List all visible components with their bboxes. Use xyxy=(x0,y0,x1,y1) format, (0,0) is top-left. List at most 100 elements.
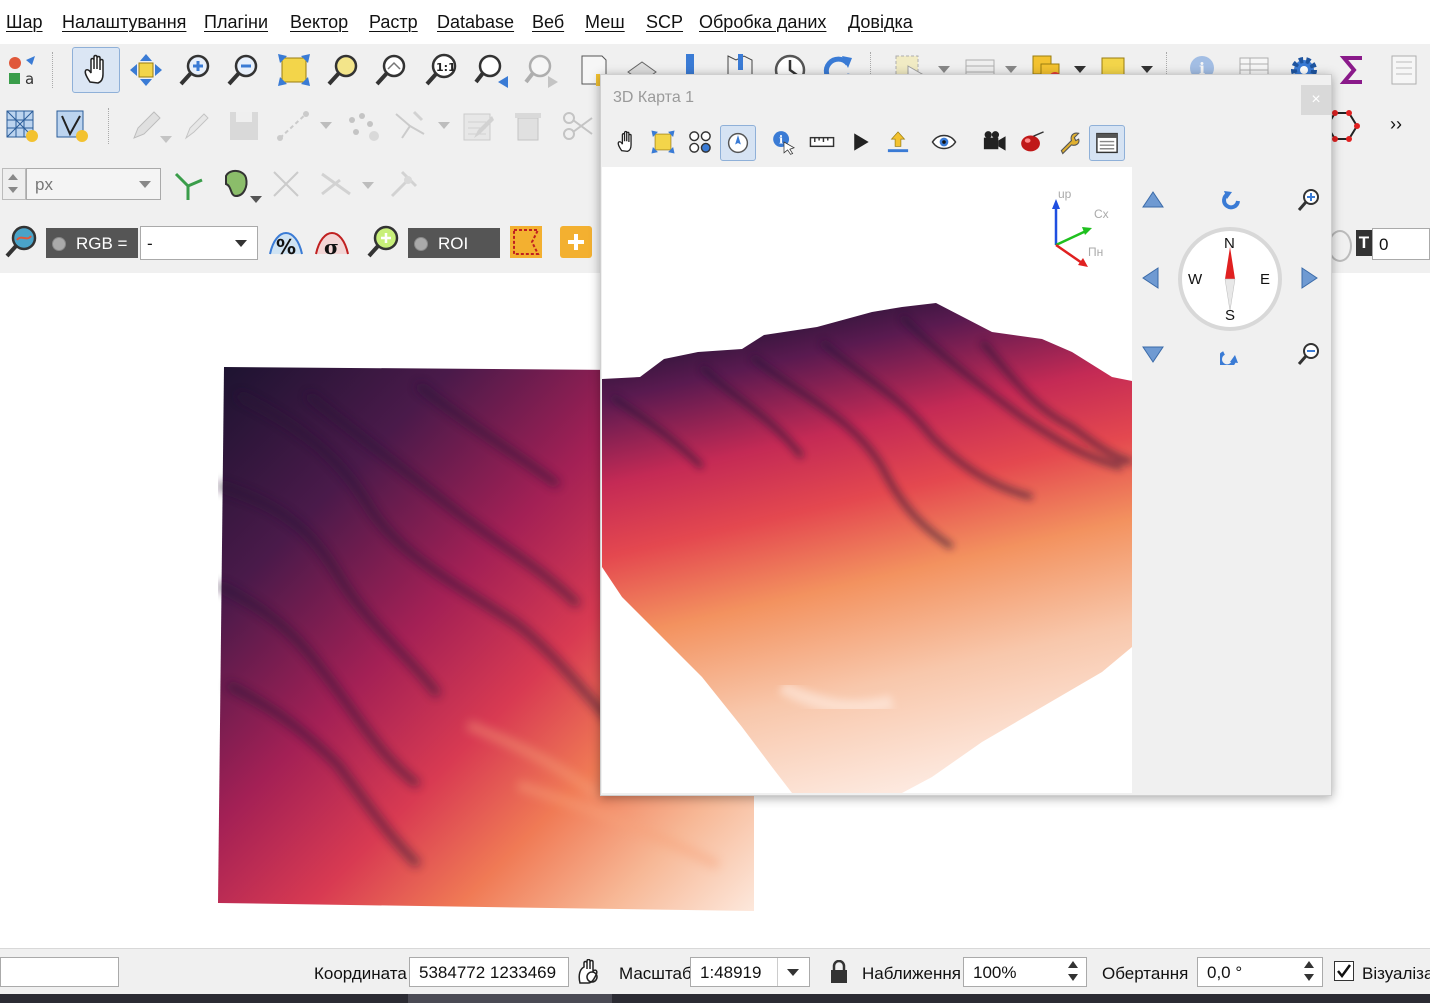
save-icon xyxy=(230,112,258,140)
scale-combo-divider xyxy=(777,958,778,986)
3d-scene-view[interactable]: up Сх Пн xyxy=(602,167,1133,793)
rotate-ccw-icon[interactable] xyxy=(1220,189,1242,211)
zoom-in-button[interactable] xyxy=(174,48,218,92)
zoom-out-icon[interactable] xyxy=(1296,341,1322,367)
3d-camera-view-button[interactable] xyxy=(927,125,961,159)
scp-zoom-preview-button[interactable] xyxy=(362,220,406,264)
ruler-icon xyxy=(809,136,835,148)
scp-create-roi-button[interactable] xyxy=(504,220,548,264)
add-line-feature-button[interactable] xyxy=(272,104,316,148)
toggle-editing-dropdown-arrow[interactable] xyxy=(160,136,172,143)
3d-zoom-full-button[interactable] xyxy=(646,125,680,159)
menu-scp[interactable]: SCP xyxy=(646,12,683,33)
modify-attributes-button[interactable] xyxy=(456,104,500,148)
scp-roi-toggle[interactable]: ROI xyxy=(408,228,500,258)
coordinate-field[interactable]: 5384772 1233469 xyxy=(409,957,569,987)
scp-rgb-arrow xyxy=(235,240,247,247)
select-dropdown-arrow[interactable] xyxy=(938,66,950,73)
save-edits-button[interactable] xyxy=(222,104,266,148)
deselect-dropdown-arrow[interactable] xyxy=(1074,66,1086,73)
scp-rgb-combo[interactable]: - xyxy=(140,226,258,260)
3d-toggle-on-screen-nav-button[interactable] xyxy=(683,125,717,159)
cross-tool-button[interactable] xyxy=(264,162,308,206)
toolbar-overflow-button[interactable]: ›› xyxy=(1390,114,1402,135)
zoom-last-button[interactable] xyxy=(470,48,514,92)
3d-export-button[interactable] xyxy=(881,125,915,159)
statistical-summary-button[interactable] xyxy=(1332,48,1376,92)
current-edits-button[interactable] xyxy=(174,104,218,148)
pan-map-button[interactable] xyxy=(72,47,120,93)
toggle-extents-icon[interactable] xyxy=(576,959,600,985)
scp-t-input[interactable]: 0 xyxy=(1372,228,1430,260)
layer-list-button[interactable] xyxy=(1382,48,1426,92)
compass-east: E xyxy=(1260,271,1271,288)
tilt-down-icon[interactable] xyxy=(1142,345,1164,363)
scale-combo[interactable]: 1:48919 xyxy=(690,957,810,987)
pan-to-selection-button[interactable] xyxy=(124,48,168,92)
unit-spinner[interactable] xyxy=(2,168,26,200)
scp-local-cumulative-button[interactable]: % xyxy=(264,220,308,264)
vertex-sector-button[interactable] xyxy=(166,162,210,206)
lock-scale-icon[interactable] xyxy=(829,960,849,984)
new-grid-layer-button[interactable] xyxy=(0,104,44,148)
add-point-feature-button[interactable] xyxy=(340,104,384,148)
3d-measure-button[interactable] xyxy=(805,125,839,159)
render-checkbox[interactable] xyxy=(1334,961,1354,981)
menu-help[interactable]: Довідка xyxy=(848,12,913,33)
tilt-up-icon[interactable] xyxy=(1142,191,1164,209)
3d-camera-control-button[interactable] xyxy=(720,125,756,161)
zoom-to-selection-button[interactable] xyxy=(322,48,366,92)
3d-configure-button[interactable] xyxy=(1053,125,1087,159)
3d-effects-button[interactable] xyxy=(1015,125,1049,159)
delete-selected-button[interactable] xyxy=(506,104,550,148)
snap-tool-button[interactable] xyxy=(382,162,426,206)
select-expression-dropdown-arrow[interactable] xyxy=(1005,66,1017,73)
menu-raster[interactable]: Растр xyxy=(369,12,418,33)
3d-window-close-button[interactable]: × xyxy=(1301,85,1331,115)
zoom-full-icon xyxy=(651,130,675,154)
menu-web[interactable]: Веб xyxy=(532,12,564,33)
locator-search-input[interactable] xyxy=(0,957,119,987)
magnifier-spinbox[interactable]: 100% xyxy=(963,957,1087,987)
zoom-full-button[interactable] xyxy=(272,48,316,92)
compass-widget[interactable]: N S E W xyxy=(1178,227,1282,331)
rotation-spinbox[interactable]: 0,0 ° xyxy=(1197,957,1323,987)
move-right-icon[interactable] xyxy=(1300,267,1318,289)
toolbar-separator xyxy=(108,108,111,144)
3d-record-button[interactable] xyxy=(977,125,1011,159)
3d-animation-button[interactable] xyxy=(843,125,877,159)
menu-layer[interactable]: Шар xyxy=(6,12,43,33)
zoom-native-button[interactable]: 1:1 xyxy=(420,48,464,92)
unit-combo[interactable]: px xyxy=(26,168,161,200)
menu-vector[interactable]: Вектор xyxy=(290,12,348,33)
zoom-in-icon[interactable] xyxy=(1296,187,1322,213)
menu-plugins[interactable]: Плагіни xyxy=(204,12,268,33)
scp-zoom-input-button[interactable] xyxy=(0,220,44,264)
scp-add-button[interactable] xyxy=(554,220,598,264)
trim-extend-button[interactable] xyxy=(314,162,358,206)
zoom-to-layer-button[interactable] xyxy=(370,48,414,92)
rgb-label: RGB = xyxy=(76,234,128,253)
zoom-out-button[interactable] xyxy=(222,48,266,92)
trim-dropdown-arrow[interactable] xyxy=(362,182,374,189)
vertex-tool-button[interactable] xyxy=(388,104,432,148)
scp-std-dev-button[interactable]: σ xyxy=(310,220,354,264)
select-all-dropdown-arrow[interactable] xyxy=(1141,66,1153,73)
add-feature-dropdown-arrow[interactable] xyxy=(320,122,332,129)
shape-dropdown-arrow[interactable] xyxy=(250,196,262,203)
3d-identify-button[interactable]: i xyxy=(767,125,801,159)
style-manager-button[interactable]: a xyxy=(0,48,44,92)
vertex-tool-layer-button[interactable] xyxy=(50,104,94,148)
cut-features-button[interactable] xyxy=(556,104,600,148)
scp-rgb-toggle[interactable]: RGB = xyxy=(46,228,138,258)
3d-pan-button[interactable] xyxy=(609,125,643,159)
menu-mesh[interactable]: Меш xyxy=(585,12,625,33)
3d-dock-button[interactable] xyxy=(1089,125,1125,161)
menu-settings[interactable]: Налаштування xyxy=(62,12,186,33)
menu-processing[interactable]: Обробка даних xyxy=(699,12,826,33)
rotate-cw-icon[interactable] xyxy=(1220,343,1242,365)
vertex-dropdown-arrow[interactable] xyxy=(438,122,450,129)
zoom-next-button[interactable] xyxy=(520,48,564,92)
move-left-icon[interactable] xyxy=(1142,267,1160,289)
menu-database[interactable]: Database xyxy=(437,12,514,33)
